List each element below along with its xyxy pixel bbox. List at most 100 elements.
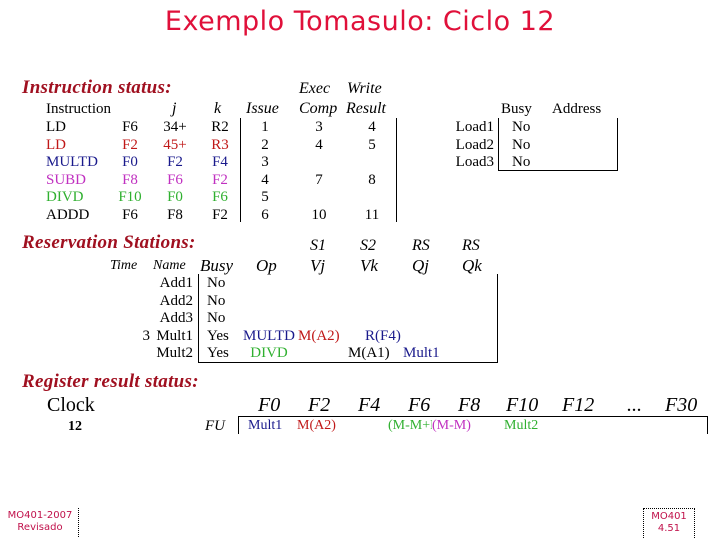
instruction-j: F8 [167, 207, 183, 223]
header-issue: Issue [246, 100, 279, 117]
header-s1: S1 [310, 237, 326, 254]
register-name-f6: F6 [408, 394, 431, 416]
header-rs-j: RS [412, 237, 430, 254]
instruction-dest: F0 [122, 154, 138, 170]
header-load-address: Address [552, 101, 602, 117]
load-table-right-border [617, 118, 618, 170]
instruction-k: F2 [212, 172, 228, 188]
instruction-issue: 1 [261, 119, 269, 135]
header-exec-top: Exec [299, 80, 331, 97]
rs-busy: Yes [207, 345, 229, 361]
load-buffer-busy: No [512, 137, 531, 153]
header-write-bottom: Result [346, 100, 386, 117]
instruction-j: F2 [167, 154, 183, 170]
slide-title: Exemplo Tomasulo: Ciclo 12 [164, 6, 556, 37]
instruction-j: 45+ [163, 137, 187, 153]
reservation-stations-label: Reservation Stations: [22, 232, 196, 253]
rs-name: Mult1 [156, 328, 193, 344]
instruction-op: DIVD [46, 189, 84, 205]
rs-name: Add1 [159, 275, 193, 291]
register-name-f4: F4 [358, 394, 381, 416]
instruction-k: F2 [212, 207, 228, 223]
instruction-write-result: 4 [368, 119, 376, 135]
rs-busy: No [207, 310, 226, 326]
instruction-write-result: 8 [368, 172, 376, 188]
instruction-write-result: 11 [364, 207, 380, 223]
instruction-j: 34+ [163, 119, 187, 135]
header-load-busy: Busy [501, 101, 532, 117]
register-name-f10: F10 [506, 394, 539, 416]
load-table-left-border [498, 118, 499, 170]
instruction-op: SUBD [46, 172, 87, 188]
instruction-dest: F6 [122, 119, 138, 135]
rs-vk: M(A1) [348, 345, 390, 361]
header-vj: Vj [310, 256, 326, 275]
register-status-label: Register result status: [22, 371, 199, 392]
footer-left: MO401-2007 Revisado [2, 508, 79, 537]
instruction-dest: F10 [118, 189, 142, 205]
rs-vj: M(A2) [298, 328, 340, 344]
header-j: j [172, 100, 177, 117]
fu-label: FU [205, 418, 225, 434]
rs-qj: Mult1 [403, 345, 440, 361]
rs-vk: R(F4) [365, 328, 401, 344]
header-exec-bottom: Comp [299, 100, 338, 117]
instruction-exec-comp: 7 [315, 172, 323, 188]
instruction-exec-comp: 4 [315, 137, 323, 153]
instruction-issue: 6 [261, 207, 269, 223]
header-qj: Qj [412, 256, 429, 275]
header-write-top: Write [347, 80, 382, 97]
instruction-dest: F2 [122, 137, 138, 153]
instruction-j: F0 [167, 189, 183, 205]
header-vk: Vk [360, 256, 378, 275]
load-buffer-name: Load2 [455, 137, 494, 153]
register-fu-value: Mult2 [504, 418, 539, 433]
instruction-write-result: 5 [368, 137, 376, 153]
header-instruction: Instruction [46, 101, 111, 117]
footer-left-line1: MO401-2007 [7, 510, 73, 521]
rs-table-right-border [497, 274, 498, 362]
footer-right-line1: MO401 [651, 511, 687, 522]
rs-table-bottom-border [198, 362, 498, 363]
instruction-k: F6 [212, 189, 228, 205]
load-buffer-busy: No [512, 154, 531, 170]
rs-busy: No [207, 293, 226, 309]
rs-name: Mult2 [156, 345, 193, 361]
register-table-left-border [238, 416, 239, 434]
load-buffer-name: Load3 [455, 154, 494, 170]
instruction-k: R3 [211, 137, 229, 153]
footer-left-line2: Revisado [17, 522, 63, 533]
register-fu-value: (M-M+M [388, 418, 432, 433]
footer-right: MO401 4.51 [643, 508, 695, 538]
register-name-f12: F12 [562, 394, 595, 416]
rs-name: Add2 [159, 293, 193, 309]
footer-right-line2: 4.51 [657, 523, 681, 534]
load-buffer-busy: No [512, 119, 531, 135]
instruction-op: MULTD [46, 154, 98, 170]
register-fu-value: (M-M) [432, 418, 471, 433]
clock-value: 12 [68, 419, 82, 434]
header-op: Op [256, 256, 277, 275]
rs-busy: No [207, 275, 226, 291]
instruction-exec-comp: 10 [311, 207, 327, 223]
rs-name: Add3 [159, 310, 193, 326]
header-s2: S2 [360, 237, 376, 254]
header-busy: Busy [200, 256, 234, 275]
register-fu-value: M(A2) [297, 418, 336, 433]
instruction-exec-comp: 3 [315, 119, 323, 135]
load-buffer-name: Load1 [455, 119, 494, 135]
register-table-right-border [707, 416, 708, 434]
register-name-f8: F8 [458, 394, 481, 416]
instruction-table-left-border [240, 118, 241, 222]
register-name-ellipsis: ... [627, 394, 642, 416]
instruction-j: F6 [167, 172, 183, 188]
instruction-issue: 5 [261, 189, 269, 205]
register-fu-value: Mult1 [248, 418, 283, 433]
instruction-dest: F8 [122, 172, 138, 188]
instruction-k: F4 [212, 154, 228, 170]
register-name-f0: F0 [258, 394, 281, 416]
instruction-k: R2 [211, 119, 229, 135]
header-rs-k: RS [462, 237, 480, 254]
header-k: k [214, 100, 222, 117]
rs-table-left-border [198, 274, 199, 362]
